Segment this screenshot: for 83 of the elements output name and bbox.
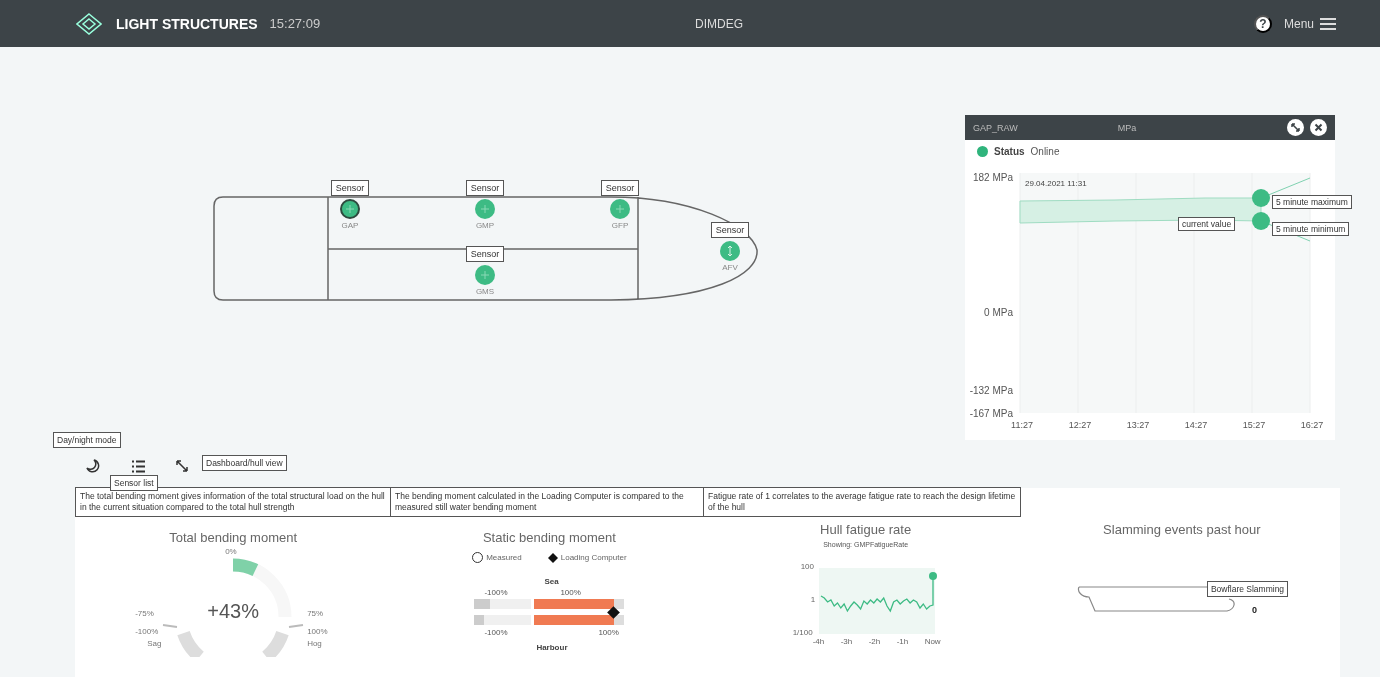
info-tooltip: The bending moment calculated in the Loading Computer is compared to the measured still water bending moment — [390, 487, 704, 518]
card-title: Static bending moment — [482, 530, 616, 545]
sensor-label: Sensor — [330, 180, 370, 196]
tooltip: Bowflare Slamming — [1206, 581, 1289, 597]
x-axis-label: 12:27 — [1068, 420, 1092, 430]
status-label: Status — [994, 146, 1025, 157]
logo-icon — [76, 12, 102, 35]
value-marker — [1252, 189, 1270, 207]
help-button[interactable]: ? — [1253, 14, 1272, 33]
tooltip: Dashboard/hull view — [202, 455, 287, 471]
chart-date: 29.04.2021 11:31 — [1025, 179, 1087, 188]
tooltip: Day/night mode — [53, 432, 121, 448]
x-axis-label: 13:27 — [1126, 420, 1150, 430]
expand-icon[interactable] — [1287, 119, 1304, 136]
gauge-label: Sag — [147, 639, 162, 648]
sensor-icon[interactable] — [340, 199, 360, 219]
menu-button[interactable]: Menu — [1283, 16, 1336, 31]
menu-icon — [1320, 17, 1336, 30]
event-count: 0 — [1251, 605, 1257, 615]
gauge-label: 100% — [307, 627, 328, 636]
x-axis-label: 16:27 — [1300, 420, 1324, 430]
y-tick-label: 1/100 — [792, 628, 813, 637]
clock-time: 15:27:09 — [269, 16, 321, 31]
sensor-name: GAP — [341, 221, 359, 230]
y-axis-label: 182 MPa — [972, 172, 1013, 183]
x-axis-label: 15:27 — [1242, 420, 1266, 430]
x-axis-label: 11:27 — [1011, 420, 1033, 430]
x-tick-label: -4h — [812, 637, 825, 646]
tick-label: 100% — [598, 628, 619, 637]
moon-icon[interactable] — [86, 459, 100, 473]
list-icon[interactable] — [131, 459, 145, 473]
x-axis-label: 14:27 — [1184, 420, 1208, 430]
bar-label: Sea — [544, 577, 559, 586]
tooltip: Sensor list — [110, 475, 158, 491]
bar-label: Harbour — [536, 643, 568, 652]
y-tick-label: 1 — [810, 595, 816, 604]
tick-label: 100% — [560, 588, 581, 597]
legend-label: Measured — [486, 553, 522, 562]
sensor-name: AFV — [722, 263, 738, 272]
gauge-label: Hog — [307, 639, 322, 648]
y-axis-label: -167 MPa — [969, 408, 1013, 419]
y-axis-label: 0 MPa — [984, 307, 1013, 318]
sensor-label: Sensor — [465, 180, 505, 196]
tick-label: -100% — [484, 628, 508, 637]
sensor-label: Sensor — [600, 180, 640, 196]
x-tick-label: -2h — [868, 637, 881, 646]
chart-callout: current value — [1178, 217, 1236, 231]
status-dot — [977, 146, 988, 157]
y-tick-label: 100 — [800, 562, 814, 571]
chart-callout: 5 minute minimum — [1272, 222, 1350, 236]
sensor-name: GMP — [475, 221, 495, 230]
card-title: Total bending moment — [169, 530, 298, 545]
info-tooltip: The total bending moment gives information of the total structural load on the hull in the current situation compared to the total hull strength — [75, 487, 391, 518]
vessel-name: DIMDEG — [695, 16, 743, 31]
gauge-label: 0% — [225, 547, 237, 556]
gauge-value: +43% — [206, 600, 260, 623]
brand-name: LIGHT STRUCTURES — [116, 15, 258, 32]
x-tick-label: -1h — [896, 637, 909, 646]
sensor-label: Sensor — [465, 246, 505, 262]
bar-track — [474, 599, 532, 609]
bar-track — [474, 615, 532, 625]
info-tooltip: Fatigue rate of 1 correlates to the average fatigue rate to reach the design lifetime of the hull — [703, 487, 1021, 518]
x-tick-label: Now — [924, 637, 941, 646]
resize-icon[interactable] — [176, 460, 188, 472]
tick-label: -100% — [484, 588, 508, 597]
y-axis-label: -132 MPa — [969, 385, 1013, 396]
sensor-name: GFP — [611, 221, 629, 230]
status-value: Online — [1030, 146, 1060, 157]
card-title: Slamming events past hour — [1103, 522, 1261, 537]
sensor-label: Sensor — [710, 222, 750, 238]
card-title: Hull fatigue rate — [820, 522, 912, 537]
gauge-label: 75% — [307, 609, 324, 618]
unit-label: MPa — [1117, 122, 1137, 133]
gauge-label: -100% — [135, 627, 159, 636]
sensor-id: GAP_RAW — [973, 122, 1018, 133]
sensor-name: GMS — [475, 287, 495, 296]
gauge-label: -75% — [135, 609, 154, 618]
value-marker — [1252, 212, 1270, 230]
close-icon[interactable] — [1310, 119, 1327, 136]
diamond-icon — [547, 552, 558, 563]
chart-callout: 5 minute maximum — [1272, 195, 1352, 209]
x-tick-label: -3h — [840, 637, 853, 646]
legend-label: Loading Computer — [560, 553, 627, 562]
